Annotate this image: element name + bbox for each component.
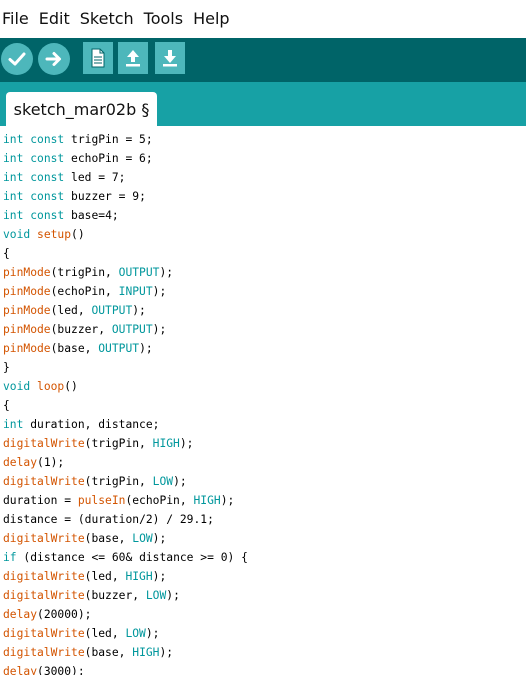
code-line: delay(20000); <box>3 608 92 621</box>
toolbar <box>0 38 526 82</box>
new-file-icon <box>91 48 105 68</box>
right-arrow-icon <box>45 52 61 66</box>
code-line: int const buzzer = 9; <box>3 190 146 203</box>
menu-tools[interactable]: Tools <box>140 0 189 38</box>
code-line: digitalWrite(trigPin, LOW); <box>3 475 187 488</box>
code-line: pinMode(led, OUTPUT); <box>3 304 146 317</box>
down-arrow-icon <box>163 50 177 67</box>
code-line: digitalWrite(buzzer, LOW); <box>3 589 180 602</box>
menu-edit[interactable]: Edit <box>35 0 76 38</box>
code-line: duration = pulseIn(echoPin, HIGH); <box>3 494 235 507</box>
code-line: { <box>3 247 10 260</box>
code-line: int const echoPin = 6; <box>3 152 153 165</box>
new-button[interactable] <box>83 42 113 74</box>
tab-label: sketch_mar02b § <box>13 99 150 119</box>
code-line: void setup() <box>3 228 85 241</box>
menu-sketch[interactable]: Sketch <box>76 0 140 38</box>
verify-button[interactable] <box>1 43 33 75</box>
code-line: pinMode(buzzer, OUTPUT); <box>3 323 167 336</box>
code-line: digitalWrite(trigPin, HIGH); <box>3 437 194 450</box>
code-line: delay(1); <box>3 456 65 469</box>
code-line: pinMode(echoPin, INPUT); <box>3 285 167 298</box>
code-line: int duration, distance; <box>3 418 160 431</box>
tab-strip: sketch_mar02b § <box>0 82 526 126</box>
code-line: digitalWrite(led, LOW); <box>3 627 160 640</box>
upload-button[interactable] <box>38 43 70 75</box>
menu-bar: File Edit Sketch Tools Help <box>0 0 526 38</box>
code-line: pinMode(base, OUTPUT); <box>3 342 153 355</box>
menu-file[interactable]: File <box>0 0 35 38</box>
code-line: int const base=4; <box>3 209 119 222</box>
code-line: void loop() <box>3 380 78 393</box>
menu-help[interactable]: Help <box>189 0 235 38</box>
code-line: distance = (duration/2) / 29.1; <box>3 513 214 526</box>
code-line: int const led = 7; <box>3 171 126 184</box>
code-line: } <box>3 361 10 374</box>
code-line: { <box>3 399 10 412</box>
open-button[interactable] <box>118 42 148 74</box>
code-editor[interactable]: int const trigPin = 5; int const echoPin … <box>0 126 526 675</box>
checkmark-icon <box>8 52 26 66</box>
code-line: digitalWrite(base, HIGH); <box>3 646 174 659</box>
code-line: delay(3000); <box>3 665 85 675</box>
tab-sketch[interactable]: sketch_mar02b § <box>6 92 157 126</box>
up-arrow-icon <box>126 50 140 67</box>
code-line: pinMode(trigPin, OUTPUT); <box>3 266 174 279</box>
code-line: digitalWrite(base, LOW); <box>3 532 167 545</box>
code-line: digitalWrite(led, HIGH); <box>3 570 167 583</box>
code-line: if (distance <= 60& distance >= 0) { <box>3 551 248 564</box>
code-line: int const trigPin = 5; <box>3 133 153 146</box>
save-button[interactable] <box>155 42 185 74</box>
